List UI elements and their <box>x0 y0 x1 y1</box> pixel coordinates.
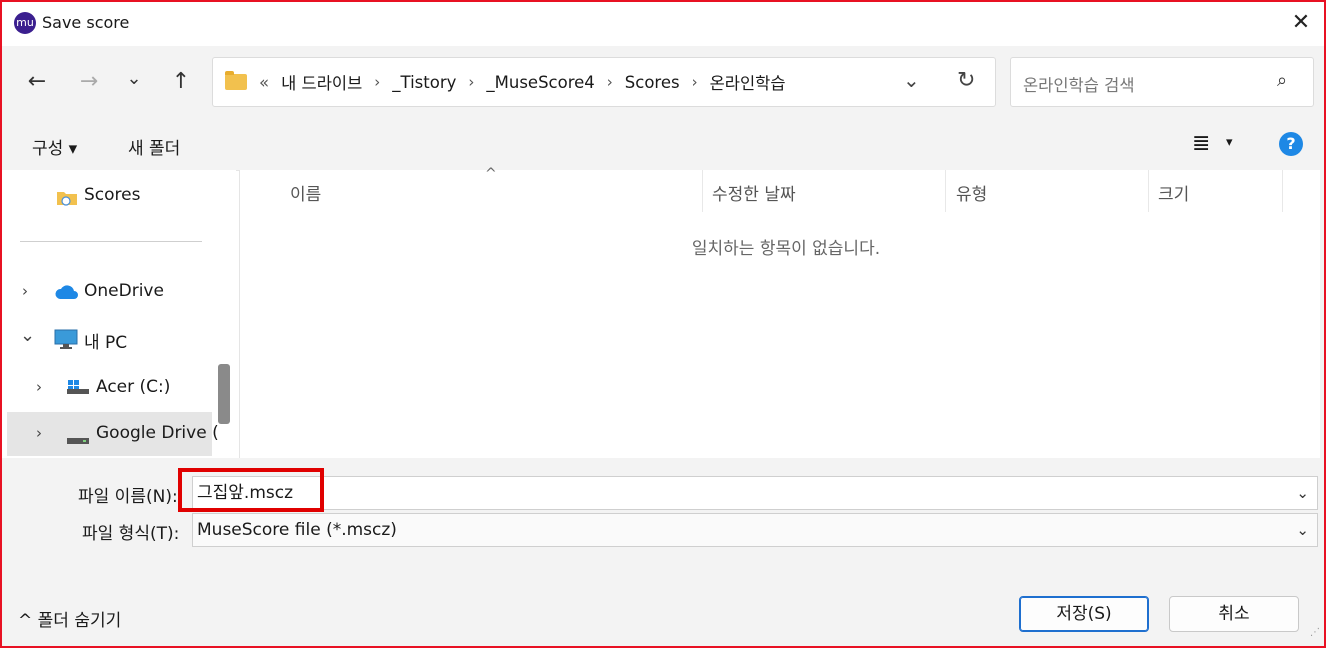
organize-menu[interactable]: 구성 ▾ <box>32 134 77 159</box>
close-icon[interactable]: ✕ <box>1286 8 1316 38</box>
sort-ascending-icon: ^ <box>485 166 497 182</box>
column-header-type[interactable]: 유형 <box>956 180 987 205</box>
sidebar-item-google-drive[interactable]: › Google Drive ( <box>7 412 219 456</box>
musescore-app-icon: mu <box>14 12 36 34</box>
back-arrow-icon[interactable]: ← <box>22 67 52 97</box>
breadcrumb-item[interactable]: _MuseScore4 <box>486 73 594 92</box>
chevron-right-icon[interactable]: › <box>36 424 42 442</box>
empty-list-message: 일치하는 항목이 없습니다. <box>691 239 881 259</box>
chevron-right-icon[interactable]: › <box>468 73 474 91</box>
column-divider[interactable] <box>945 170 946 212</box>
cloud-icon <box>54 283 80 306</box>
sidebar-item-acer-drive[interactable]: › Acer (C:) <box>2 366 212 410</box>
address-bar[interactable]: « 내 드라이브 › _Tistory › _MuseScore4 › Scor… <box>212 57 996 107</box>
monitor-icon <box>54 329 78 354</box>
sidebar-item-label: OneDrive <box>84 281 164 301</box>
sidebar-item-label: Acer (C:) <box>96 377 171 397</box>
column-divider[interactable] <box>1148 170 1149 212</box>
filetype-label: 파일 형식(T): <box>82 524 180 544</box>
help-icon[interactable]: ? <box>1279 132 1303 156</box>
search-icon[interactable]: ⌕ <box>1277 70 1287 91</box>
filename-label: 파일 이름(N): <box>78 487 178 507</box>
folder-icon <box>56 188 78 211</box>
sidebar-item-scores[interactable]: Scores <box>2 174 212 218</box>
breadcrumb-item[interactable]: _Tistory <box>392 73 456 92</box>
chevron-right-icon[interactable]: › <box>607 73 613 91</box>
chevron-down-icon[interactable]: ⌄ <box>20 325 35 346</box>
filetype-select[interactable]: MuseScore file (*.mscz) ⌄ <box>192 513 1318 547</box>
up-arrow-icon[interactable]: ↑ <box>166 67 196 97</box>
chevron-down-icon[interactable]: ⌄ <box>1296 477 1309 509</box>
breadcrumb-item[interactable]: Scores <box>625 73 680 92</box>
chevron-down-icon[interactable]: ⌄ <box>1296 514 1309 546</box>
sidebar-scrollbar[interactable] <box>218 364 230 424</box>
command-bar: 구성 ▾ 새 폴더 ≣ ▾ ? <box>2 122 1324 171</box>
refresh-icon[interactable]: ↻ <box>957 68 975 93</box>
column-header-name[interactable]: 이름 <box>290 180 321 205</box>
view-list-icon[interactable]: ≣ <box>1192 131 1210 156</box>
save-button[interactable]: 저장(S) <box>1019 596 1149 632</box>
address-dropdown-icon[interactable]: ⌄ <box>903 68 920 92</box>
view-dropdown-icon[interactable]: ▾ <box>1226 135 1233 150</box>
forward-arrow-icon[interactable]: → <box>74 67 104 97</box>
chevron-right-icon[interactable]: › <box>692 73 698 91</box>
navigation-pane: Scores › OneDrive ⌄ 내 PC › Acer (C:) › G… <box>2 170 236 458</box>
sidebar-item-onedrive[interactable]: › OneDrive <box>2 270 212 314</box>
column-divider[interactable] <box>702 170 703 212</box>
breadcrumb: « 내 드라이브 › _Tistory › _MuseScore4 › Scor… <box>225 70 786 94</box>
column-header-date-modified[interactable]: 수정한 날짜 <box>712 180 796 205</box>
filename-highlight-box <box>178 468 324 512</box>
filetype-value[interactable]: MuseScore file (*.mscz) <box>197 520 397 540</box>
window-title: Save score <box>42 13 130 32</box>
drive-icon <box>66 378 90 401</box>
resize-grip-icon[interactable]: ⋰ <box>1310 628 1322 642</box>
sidebar-divider <box>20 241 202 242</box>
recent-locations-chevron-icon[interactable]: ⌄ <box>119 64 149 94</box>
chevron-right-icon[interactable]: › <box>22 282 28 300</box>
search-input[interactable]: 온라인학습 검색 <box>1023 72 1135 96</box>
breadcrumb-overflow[interactable]: « <box>259 73 269 92</box>
title-bar: mu Save score ✕ <box>2 2 1324 46</box>
new-folder-button[interactable]: 새 폴더 <box>128 134 180 159</box>
sidebar-item-label: 내 PC <box>84 333 128 353</box>
breadcrumb-item[interactable]: 온라인학습 <box>710 70 786 94</box>
column-header-size[interactable]: 크기 <box>1158 180 1189 205</box>
file-list: ^ 이름 수정한 날짜 유형 크기 일치하는 항목이 없습니다. <box>240 166 1320 458</box>
search-box[interactable]: 온라인학습 검색 ⌕ <box>1010 57 1314 107</box>
folder-icon <box>225 71 247 90</box>
sidebar-item-this-pc[interactable]: ⌄ 내 PC <box>2 317 212 361</box>
hide-folders-button[interactable]: ^ 폴더 숨기기 <box>18 606 121 631</box>
chevron-right-icon[interactable]: › <box>374 73 380 91</box>
breadcrumb-item[interactable]: 내 드라이브 <box>281 70 362 94</box>
save-dialog: mu Save score ✕ ← → ⌄ ↑ « 내 드라이브 › _Tist… <box>0 0 1326 648</box>
sidebar-item-label: Scores <box>84 185 141 205</box>
column-divider[interactable] <box>1282 170 1283 212</box>
filename-field[interactable]: 그집앞.mscz ⌄ <box>192 476 1318 510</box>
drive-icon <box>66 430 90 450</box>
cancel-button[interactable]: 취소 <box>1169 596 1299 632</box>
sidebar-item-label: Google Drive ( <box>96 423 219 443</box>
list-edge <box>1320 170 1324 458</box>
chevron-right-icon[interactable]: › <box>36 378 42 396</box>
